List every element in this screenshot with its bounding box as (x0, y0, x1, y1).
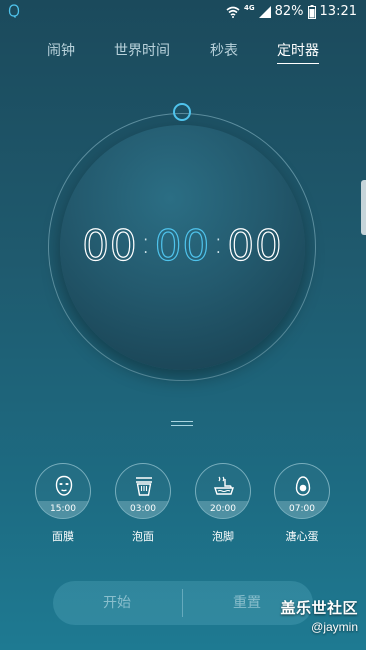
status-bar: 4G 82% 13:21 (0, 0, 366, 24)
preset-circle: 20:00 (195, 463, 251, 519)
preset-label: 溏心蛋 (285, 530, 319, 543)
preset-instant-noodles[interactable]: 03:00 泡面 (115, 463, 171, 544)
egg-icon (295, 476, 311, 496)
timer-minutes[interactable]: 00 (154, 220, 211, 270)
preset-circle: 07:00 (274, 463, 330, 519)
preset-label: 泡脚 (212, 530, 234, 543)
preset-label: 泡面 (132, 530, 154, 543)
wifi-icon (226, 6, 240, 18)
timer-dial-handle[interactable] (173, 103, 191, 121)
preset-time: 20:00 (196, 501, 250, 518)
network-type: 4G (244, 4, 255, 12)
timer-seconds[interactable]: 00 (226, 220, 283, 270)
tab-alarm[interactable]: 闹钟 (47, 36, 75, 66)
battery-percentage: 82% (274, 4, 304, 19)
watermark-title: 盖乐世社区 (280, 599, 358, 617)
preset-label: 面膜 (52, 530, 74, 543)
watermark-user: @jaymin (311, 620, 358, 634)
preset-soft-boiled-egg[interactable]: 07:00 溏心蛋 (274, 463, 330, 544)
preset-face-mask[interactable]: 15:00 面膜 (35, 463, 91, 544)
preset-circle: 15:00 (35, 463, 91, 519)
preset-drawer-handle[interactable] (171, 421, 193, 427)
battery-icon (307, 5, 316, 19)
tab-world-clock[interactable]: 世界时间 (114, 36, 170, 66)
tab-stopwatch[interactable]: 秒表 (210, 36, 238, 66)
preset-time: 03:00 (116, 501, 170, 518)
timer-separator: : (213, 225, 225, 261)
start-button[interactable]: 开始 (53, 581, 181, 625)
timer-separator: : (140, 225, 152, 261)
foot-bath-icon (214, 476, 234, 495)
signal-icon (258, 6, 271, 18)
edge-panel-handle[interactable] (361, 180, 366, 235)
status-right: 4G 82% 13:21 (226, 3, 357, 21)
tab-bar: 闹钟 世界时间 秒表 定时器 (0, 36, 366, 68)
preset-circle: 03:00 (115, 463, 171, 519)
app-notification-icon (8, 4, 20, 18)
status-time: 13:21 (319, 4, 357, 19)
preset-time: 15:00 (36, 501, 90, 518)
preset-time: 07:00 (275, 501, 329, 518)
noodles-cup-icon (136, 477, 152, 496)
watermark: 盖乐世社区 @jaymin (248, 597, 358, 634)
timer-display: 00 : 00 : 00 (60, 215, 305, 275)
tab-timer[interactable]: 定时器 (277, 36, 319, 66)
timer-hours[interactable]: 00 (81, 220, 138, 270)
face-mask-icon (55, 475, 73, 496)
preset-foot-bath[interactable]: 20:00 泡脚 (195, 463, 251, 544)
preset-timers: 15:00 面膜 03:00 泡面 20:00 泡脚 07:00 溏心蛋 (0, 463, 366, 553)
